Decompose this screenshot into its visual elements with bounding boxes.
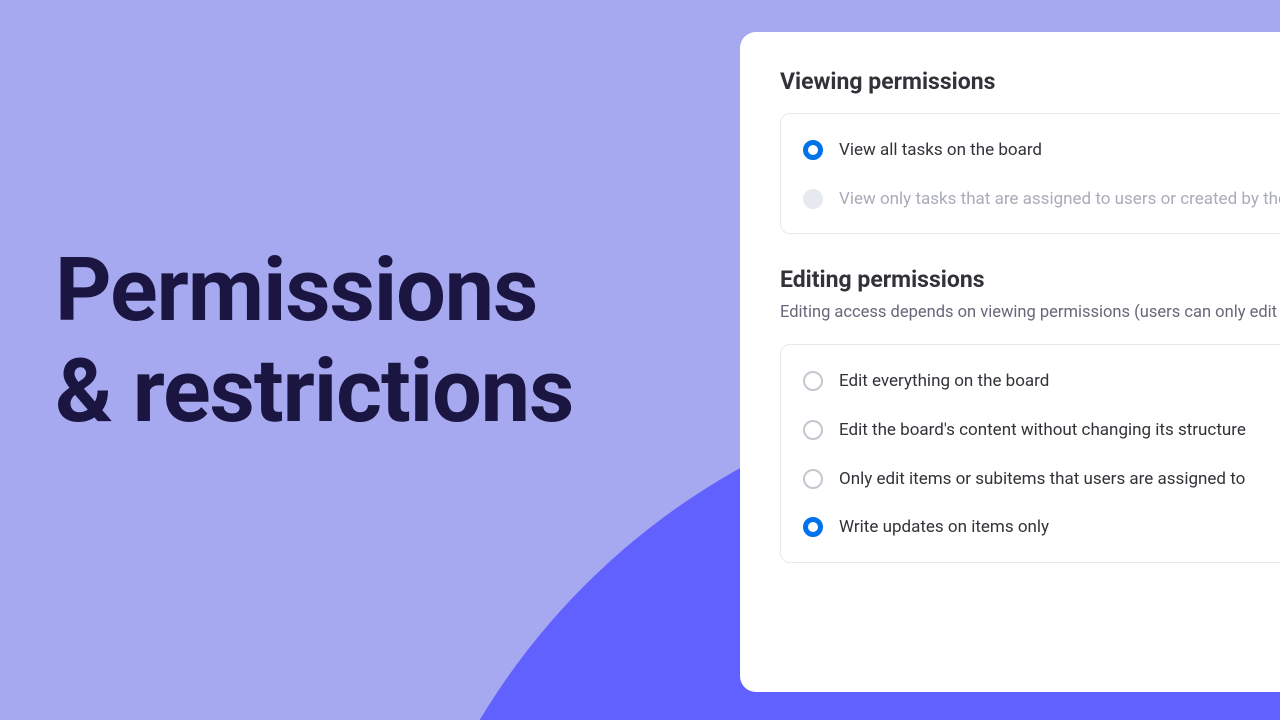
editing-option-0[interactable]: Edit everything on the board [803,365,1280,406]
viewing-option-1: View only tasks that are assigned to use… [803,175,1280,216]
editing-option-3[interactable]: Write updates on items only [803,503,1280,544]
permissions-panel: Viewing permissions View all tasks on th… [740,32,1280,692]
editing-permissions-subtitle: Editing access depends on viewing permis… [780,303,1280,322]
hero-title: Permissions & restrictions [55,240,573,442]
option-label: View only tasks that are assigned to use… [839,187,1280,212]
radio-icon[interactable] [803,140,823,160]
editing-option-2[interactable]: Only edit items or subitems that users a… [803,455,1280,504]
option-label: View all tasks on the board [839,138,1042,163]
viewing-permissions-title: Viewing permissions [780,68,1280,95]
option-label: Write updates on items only [839,515,1049,540]
viewing-option-0[interactable]: View all tasks on the board [803,134,1280,175]
stage: Permissions & restrictions Viewing permi… [0,0,1280,720]
option-label: Edit everything on the board [839,369,1049,394]
radio-icon[interactable] [803,469,823,489]
viewing-permissions-box: View all tasks on the board View only ta… [780,113,1280,234]
option-label: Only edit items or subitems that users a… [839,467,1245,492]
radio-icon[interactable] [803,420,823,440]
option-label: Edit the board's content without changin… [839,418,1246,443]
hero-line-2: & restrictions [55,341,573,442]
editing-permissions-title: Editing permissions [780,266,1280,293]
editing-permissions-box: Edit everything on the board Edit the bo… [780,344,1280,563]
radio-icon[interactable] [803,371,823,391]
editing-option-1[interactable]: Edit the board's content without changin… [803,406,1280,455]
radio-icon [803,189,823,209]
hero-line-1: Permissions [55,240,573,341]
radio-icon[interactable] [803,517,823,537]
